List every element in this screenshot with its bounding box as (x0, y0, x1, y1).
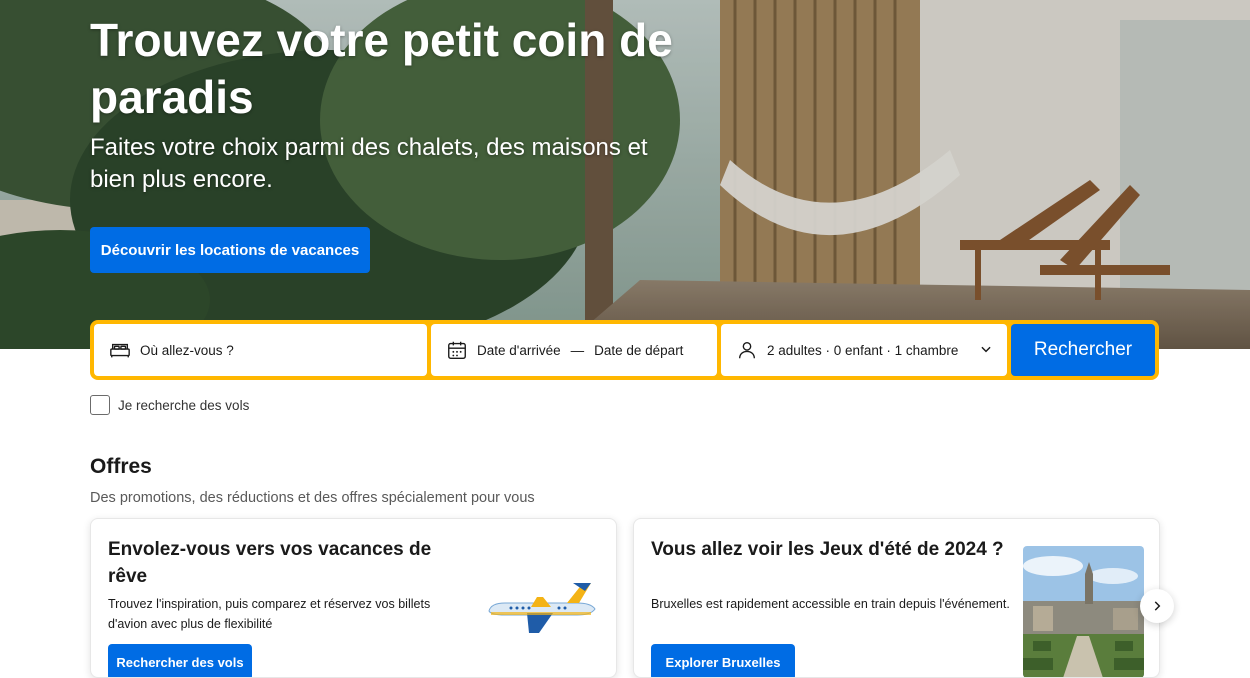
offers-subtitle: Des promotions, des réductions et des of… (90, 490, 535, 506)
bed-icon (108, 338, 132, 362)
offer-card-title: Vous allez voir les Jeux d'été de 2024 ? (651, 539, 1004, 560)
checkin-date[interactable]: Date d'arrivée (477, 343, 561, 358)
offer-card-brussels[interactable]: Vous allez voir les Jeux d'été de 2024 ?… (633, 518, 1160, 678)
person-icon (735, 338, 759, 362)
search-bar: Date d'arrivée — Date de départ 2 adulte… (90, 320, 1159, 380)
offer-card-title: Envolez-vous vers vos vacances de rêve (108, 539, 432, 587)
checkout-date[interactable]: Date de départ (594, 343, 683, 358)
occupancy-label: 2 adultes · 0 enfant · 1 chambre (767, 342, 959, 358)
discover-vacation-rentals-button[interactable]: Découvrir les locations de vacances (90, 227, 370, 273)
offer-card-flights[interactable]: Envolez-vous vers vos vacances de rêve T… (90, 518, 617, 678)
carousel-next-button[interactable] (1140, 589, 1174, 623)
chevron-right-icon (1154, 601, 1161, 611)
airplane-illustration (488, 583, 596, 633)
brussels-photo (1023, 546, 1144, 677)
chevron-down-icon (979, 342, 993, 359)
dates-field[interactable]: Date d'arrivée — Date de départ (431, 324, 717, 376)
occupancy-field[interactable]: 2 adultes · 0 enfant · 1 chambre (721, 324, 1007, 376)
date-separator: — (570, 342, 585, 358)
offers-heading: Offres (90, 455, 152, 478)
offer-card-text: Trouvez l'inspiration, puis comparez et … (108, 597, 431, 631)
offer-card-text: Bruxelles est rapidement accessible en t… (651, 597, 1010, 611)
calendar-icon (445, 338, 469, 362)
destination-input[interactable] (140, 342, 380, 358)
flights-checkbox[interactable] (90, 395, 110, 415)
explore-brussels-button[interactable]: Explorer Bruxelles (651, 644, 795, 677)
destination-field[interactable] (94, 324, 427, 376)
hero-title: Trouvez votre petit coin de paradis (90, 14, 673, 123)
hero-banner: Trouvez votre petit coin de paradis Fait… (0, 0, 1250, 349)
search-button[interactable]: Rechercher (1011, 324, 1155, 376)
flights-checkbox-label: Je recherche des vols (118, 397, 250, 413)
search-flights-button[interactable]: Rechercher des vols (108, 644, 252, 677)
flights-option[interactable]: Je recherche des vols (90, 395, 249, 415)
hero-subtitle: Faites votre choix parmi des chalets, de… (90, 134, 648, 193)
